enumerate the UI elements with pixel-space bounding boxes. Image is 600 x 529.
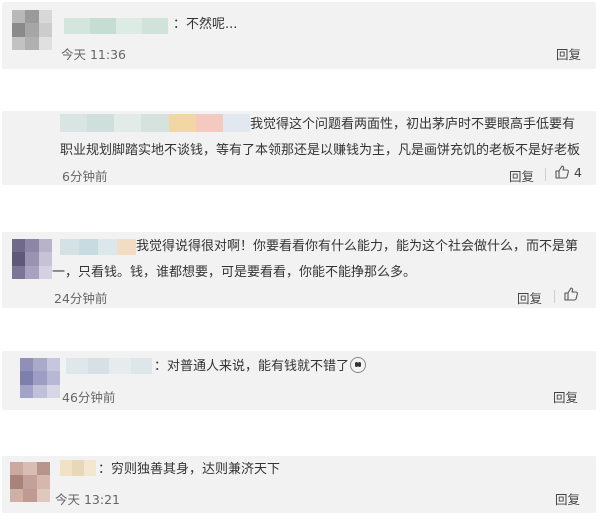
avatar[interactable]	[12, 239, 52, 279]
reply-button[interactable]: 回复	[509, 166, 534, 185]
timestamp: 24分钟前	[54, 291, 108, 306]
avatar[interactable]	[12, 10, 52, 50]
comment-card: ：对普通人来说，能有钱就不错了 46分钟前 回复	[2, 351, 596, 410]
reply-button[interactable]: 回复	[555, 489, 580, 508]
avatar[interactable]	[10, 462, 50, 502]
timestamp: 今天 11:36	[61, 47, 126, 62]
username-blurred[interactable]	[60, 460, 96, 476]
like-button[interactable]	[563, 286, 579, 302]
timestamp: 今天 13:21	[55, 492, 120, 507]
comment-text: ：穷则独善其身，达则兼济天下	[98, 462, 281, 477]
comment-card: 我觉得这个问题看两面性，初出茅庐时不要眼高手低要有职业规划脚踏实地不谈钱，等有了…	[2, 111, 596, 185]
comment-text: ：不然呢...	[173, 17, 238, 32]
comment-card: 我觉得说得很对啊！你要看看你有什么能力，能为这个社会做什么，而不是第一，只看钱。…	[2, 232, 596, 308]
thumbs-up-icon	[554, 164, 570, 180]
comment-card: ：穷则独善其身，达则兼济天下 今天 13:21 回复	[2, 456, 596, 513]
grimace-emoji-icon	[350, 357, 367, 373]
comment-text: 我觉得这个问题看两面性，初出茅庐时不要眼高手低要有职业规划脚踏实地不谈钱，等有了…	[60, 117, 581, 158]
timestamp: 46分钟前	[62, 390, 116, 405]
like-button[interactable]: 4	[554, 164, 582, 180]
like-count: 4	[574, 164, 582, 180]
reply-button[interactable]: 回复	[553, 387, 578, 406]
comment-text: ：对普通人来说，能有钱就不错了	[154, 354, 367, 380]
thumbs-up-icon	[563, 286, 579, 302]
divider	[554, 290, 555, 303]
username-blurred[interactable]	[66, 358, 152, 374]
comment-card: ：不然呢... 今天 11:36 回复	[2, 2, 596, 69]
timestamp: 6分钟前	[62, 169, 108, 184]
divider	[545, 168, 546, 181]
username-blurred[interactable]	[64, 18, 168, 34]
avatar[interactable]	[20, 358, 60, 398]
comment-text: 我觉得说得很对啊！你要看看你有什么能力，能为这个社会做什么，而不是第一，只看钱。…	[52, 239, 579, 280]
reply-button[interactable]: 回复	[517, 288, 542, 307]
reply-button[interactable]: 回复	[556, 44, 581, 63]
